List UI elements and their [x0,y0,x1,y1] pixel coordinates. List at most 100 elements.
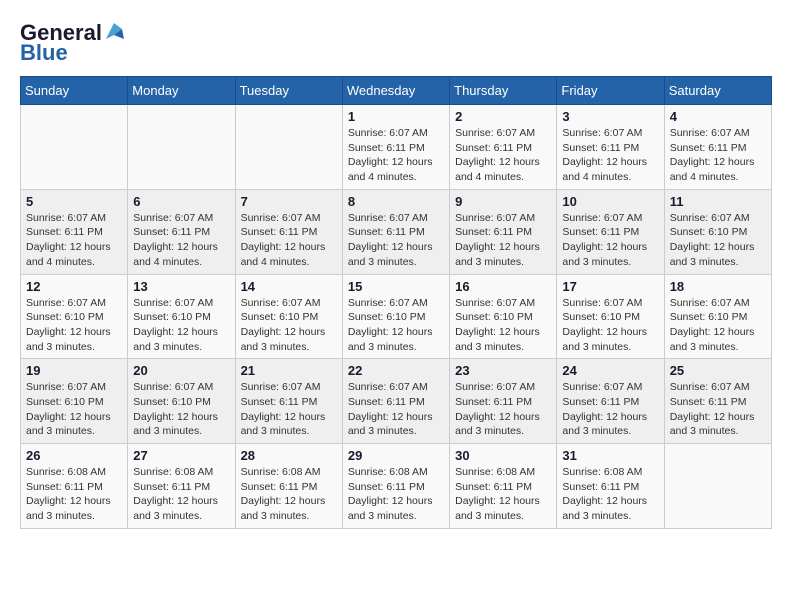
day-info: Sunrise: 6:07 AMSunset: 6:11 PMDaylight:… [562,380,658,439]
logo-wing-icon [104,21,124,41]
calendar-day-cell: 6Sunrise: 6:07 AMSunset: 6:11 PMDaylight… [128,189,235,274]
day-info: Sunrise: 6:07 AMSunset: 6:11 PMDaylight:… [241,211,337,270]
calendar-table: SundayMondayTuesdayWednesdayThursdayFrid… [20,76,772,529]
calendar-week-row: 26 Sunrise: 6:08 AMSunset: 6:11 PMDayligh… [21,444,772,529]
day-number: 21 [241,363,337,378]
day-number: 9 [455,194,551,209]
calendar-day-cell: 11 Sunrise: 6:07 AMSunset: 6:10 PMDayligh… [664,189,771,274]
calendar-header-monday: Monday [128,77,235,105]
day-info: Sunrise: 6:07 AMSunset: 6:10 PMDaylight:… [26,380,122,439]
calendar-day-cell: 23 Sunrise: 6:07 AMSunset: 6:11 PMDayligh… [450,359,557,444]
calendar-day-cell: 24 Sunrise: 6:07 AMSunset: 6:11 PMDayligh… [557,359,664,444]
day-number: 29 [348,448,444,463]
calendar-day-cell: 16 Sunrise: 6:07 AMSunset: 6:10 PMDayligh… [450,274,557,359]
calendar-day-cell: 18 Sunrise: 6:07 AMSunset: 6:10 PMDayligh… [664,274,771,359]
day-info: Sunrise: 6:07 AMSunset: 6:10 PMDaylight:… [348,296,444,355]
calendar-day-cell: 9 Sunrise: 6:07 AMSunset: 6:11 PMDaylight… [450,189,557,274]
day-info: Sunrise: 6:07 AMSunset: 6:10 PMDaylight:… [26,296,122,355]
calendar-day-cell: 27 Sunrise: 6:08 AMSunset: 6:11 PMDayligh… [128,444,235,529]
day-info: Sunrise: 6:07 AMSunset: 6:10 PMDaylight:… [670,211,766,270]
day-info: Sunrise: 6:08 AMSunset: 6:11 PMDaylight:… [133,465,229,524]
calendar-day-cell [128,105,235,190]
day-number: 3 [562,109,658,124]
day-info: Sunrise: 6:07 AMSunset: 6:11 PMDaylight:… [26,211,122,270]
calendar-day-cell [21,105,128,190]
day-number: 20 [133,363,229,378]
day-number: 13 [133,279,229,294]
calendar-day-cell: 29Sunrise: 6:08 AMSunset: 6:11 PMDayligh… [342,444,449,529]
day-info: Sunrise: 6:07 AMSunset: 6:10 PMDaylight:… [455,296,551,355]
calendar-body: 1 Sunrise: 6:07 AMSunset: 6:11 PMDaylight… [21,105,772,529]
calendar-day-cell: 25 Sunrise: 6:07 AMSunset: 6:11 PMDayligh… [664,359,771,444]
day-info: Sunrise: 6:07 AMSunset: 6:11 PMDaylight:… [562,211,658,270]
day-number: 12 [26,279,122,294]
day-info: Sunrise: 6:07 AMSunset: 6:10 PMDaylight:… [241,296,337,355]
day-number: 1 [348,109,444,124]
day-info: Sunrise: 6:07 AMSunset: 6:11 PMDaylight:… [670,126,766,185]
day-number: 15 [348,279,444,294]
day-number: 7 [241,194,337,209]
calendar-header-sunday: Sunday [21,77,128,105]
calendar-day-cell: 15 Sunrise: 6:07 AMSunset: 6:10 PMDayligh… [342,274,449,359]
calendar-day-cell: 4 Sunrise: 6:07 AMSunset: 6:11 PMDaylight… [664,105,771,190]
calendar-day-cell: 7 Sunrise: 6:07 AMSunset: 6:11 PMDaylight… [235,189,342,274]
calendar-header-thursday: Thursday [450,77,557,105]
day-info: Sunrise: 6:07 AMSunset: 6:11 PMDaylight:… [670,380,766,439]
day-number: 23 [455,363,551,378]
calendar-header-row: SundayMondayTuesdayWednesdayThursdayFrid… [21,77,772,105]
day-info: Sunrise: 6:07 AMSunset: 6:11 PMDaylight:… [455,126,551,185]
calendar-day-cell: 1 Sunrise: 6:07 AMSunset: 6:11 PMDaylight… [342,105,449,190]
day-number: 28 [241,448,337,463]
calendar-week-row: 19 Sunrise: 6:07 AMSunset: 6:10 PMDayligh… [21,359,772,444]
day-number: 8 [348,194,444,209]
day-number: 2 [455,109,551,124]
day-number: 27 [133,448,229,463]
day-info: Sunrise: 6:07 AMSunset: 6:10 PMDaylight:… [670,296,766,355]
day-number: 25 [670,363,766,378]
day-number: 24 [562,363,658,378]
calendar-day-cell: 13 Sunrise: 6:07 AMSunset: 6:10 PMDayligh… [128,274,235,359]
calendar-header-tuesday: Tuesday [235,77,342,105]
day-number: 10 [562,194,658,209]
day-info: Sunrise: 6:08 AMSunset: 6:11 PMDaylight:… [26,465,122,524]
day-number: 26 [26,448,122,463]
calendar-header-saturday: Saturday [664,77,771,105]
day-number: 31 [562,448,658,463]
calendar-week-row: 1 Sunrise: 6:07 AMSunset: 6:11 PMDaylight… [21,105,772,190]
day-number: 11 [670,194,766,209]
calendar-header-wednesday: Wednesday [342,77,449,105]
calendar-day-cell: 2 Sunrise: 6:07 AMSunset: 6:11 PMDaylight… [450,105,557,190]
calendar-day-cell: 12 Sunrise: 6:07 AMSunset: 6:10 PMDayligh… [21,274,128,359]
day-number: 19 [26,363,122,378]
day-number: 17 [562,279,658,294]
day-info: Sunrise: 6:07 AMSunset: 6:11 PMDaylight:… [455,211,551,270]
day-info: Sunrise: 6:07 AMSunset: 6:11 PMDaylight:… [562,126,658,185]
day-number: 30 [455,448,551,463]
day-number: 18 [670,279,766,294]
calendar-day-cell: 19 Sunrise: 6:07 AMSunset: 6:10 PMDayligh… [21,359,128,444]
page-header: General Blue [20,20,772,66]
day-number: 5 [26,194,122,209]
calendar-day-cell: 8 Sunrise: 6:07 AMSunset: 6:11 PMDaylight… [342,189,449,274]
day-info: Sunrise: 6:07 AMSunset: 6:11 PMDaylight:… [455,380,551,439]
calendar-day-cell: 30 Sunrise: 6:08 AMSunset: 6:11 PMDayligh… [450,444,557,529]
day-info: Sunrise: 6:07 AMSunset: 6:10 PMDaylight:… [133,296,229,355]
day-info: Sunrise: 6:08 AMSunset: 6:11 PMDaylight:… [455,465,551,524]
logo: General Blue [20,20,124,66]
day-info: Sunrise: 6:08 AMSunset: 6:11 PMDaylight:… [562,465,658,524]
calendar-day-cell [235,105,342,190]
day-info: Sunrise: 6:08 AMSunset: 6:11 PMDaylight:… [241,465,337,524]
day-info: Sunrise: 6:07 AMSunset: 6:11 PMDaylight:… [348,211,444,270]
calendar-day-cell [664,444,771,529]
calendar-day-cell: 14Sunrise: 6:07 AMSunset: 6:10 PMDayligh… [235,274,342,359]
day-info: Sunrise: 6:07 AMSunset: 6:11 PMDaylight:… [241,380,337,439]
day-number: 6 [133,194,229,209]
calendar-week-row: 12 Sunrise: 6:07 AMSunset: 6:10 PMDayligh… [21,274,772,359]
day-info: Sunrise: 6:07 AMSunset: 6:11 PMDaylight:… [348,380,444,439]
day-number: 4 [670,109,766,124]
calendar-day-cell: 17Sunrise: 6:07 AMSunset: 6:10 PMDayligh… [557,274,664,359]
calendar-day-cell: 21 Sunrise: 6:07 AMSunset: 6:11 PMDayligh… [235,359,342,444]
day-number: 16 [455,279,551,294]
day-info: Sunrise: 6:07 AMSunset: 6:11 PMDaylight:… [348,126,444,185]
calendar-day-cell: 22Sunrise: 6:07 AMSunset: 6:11 PMDayligh… [342,359,449,444]
